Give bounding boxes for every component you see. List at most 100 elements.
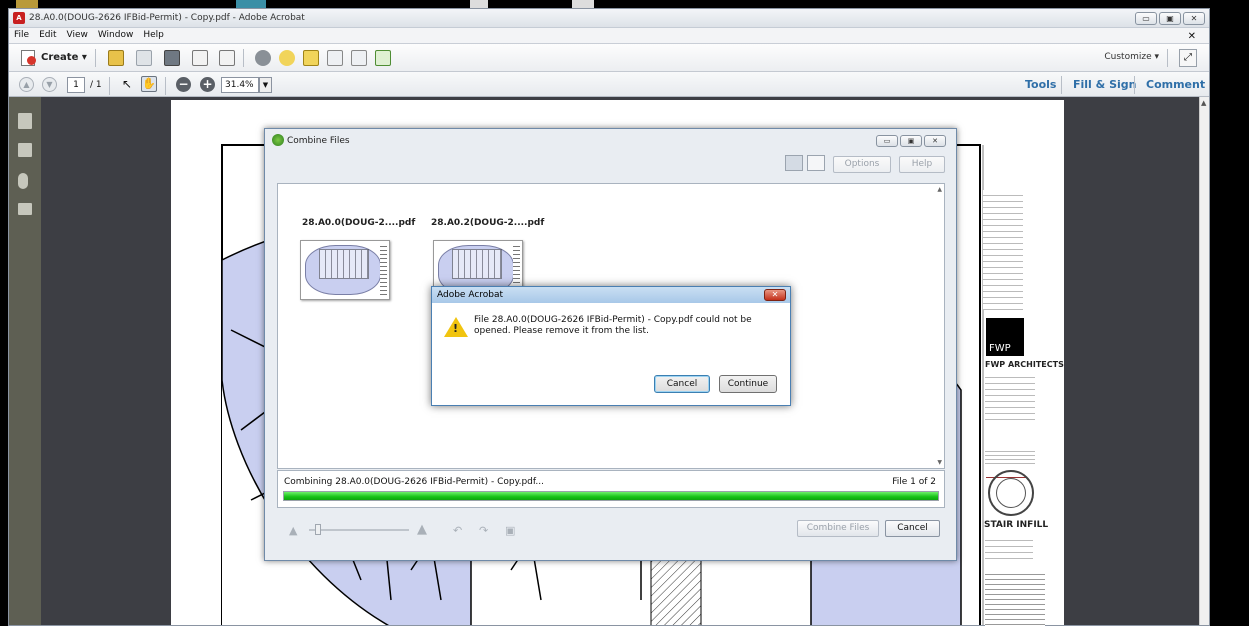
- slider-knob[interactable]: [315, 524, 321, 535]
- options-button[interactable]: Options: [833, 156, 891, 173]
- create-plus-icon: [27, 56, 36, 65]
- save-icon[interactable]: [136, 50, 152, 66]
- dialog-minimize-button[interactable]: ▭: [876, 135, 898, 147]
- document-tools-icon[interactable]: [351, 50, 367, 66]
- pdf-app-icon: A: [13, 12, 25, 24]
- expand-icon[interactable]: ⤢: [1179, 49, 1197, 67]
- thumbnail-view-icon[interactable]: [785, 155, 803, 171]
- scroll-up-icon[interactable]: ▲: [1201, 99, 1206, 107]
- remove-page-icon[interactable]: ▣: [505, 524, 515, 537]
- alert-cancel-button[interactable]: Cancel: [654, 375, 710, 393]
- rotate-left-icon[interactable]: ↶: [453, 524, 462, 537]
- close-window-button[interactable]: ✕: [1183, 12, 1205, 25]
- attachment-icon[interactable]: [18, 173, 28, 189]
- notes-block: [983, 190, 1023, 310]
- alert-body: ! File 28.A0.0(DOUG-2626 IFBid-Permit) -…: [432, 303, 790, 405]
- zoom-out-icon[interactable]: −: [176, 77, 191, 92]
- toolbar-divider: [1167, 49, 1168, 67]
- seal-inner: [996, 478, 1026, 508]
- comment-link[interactable]: Comment: [1146, 78, 1205, 91]
- combine-files-title: Combine Files: [287, 136, 350, 146]
- menu-bar: File Edit View Window Help ✕: [9, 28, 1209, 44]
- print-icon[interactable]: [164, 50, 180, 66]
- open-folder-icon[interactable]: [108, 50, 124, 66]
- dialog-maximize-button[interactable]: ▣: [900, 135, 922, 147]
- maximize-button[interactable]: ▣: [1159, 12, 1181, 25]
- thumb-grid: [452, 249, 502, 279]
- close-document-icon[interactable]: ✕: [1183, 29, 1201, 44]
- customize-menu[interactable]: Customize ▾: [1104, 52, 1159, 62]
- comment-icon[interactable]: [279, 50, 295, 66]
- gear-icon[interactable]: [255, 50, 271, 66]
- firm-details: [985, 372, 1035, 422]
- progress-text: Combining 28.A0.0(DOUG-2626 IFBid-Permit…: [284, 477, 544, 487]
- fwp-logo: FWP: [986, 318, 1024, 356]
- main-toolbar: Create ▾ Customize ▾ ⤢: [9, 44, 1209, 72]
- tools-link[interactable]: Tools: [1025, 78, 1056, 91]
- navigation-pane: [9, 97, 41, 625]
- toolbar-divider: [95, 49, 96, 67]
- alert-title-bar[interactable]: Adobe Acrobat ✕: [432, 287, 790, 303]
- zoom-input[interactable]: 31.4%: [221, 77, 259, 93]
- minimize-button[interactable]: ▭: [1135, 12, 1157, 25]
- progress-panel: Combining 28.A0.0(DOUG-2626 IFBid-Permit…: [277, 470, 945, 508]
- select-cursor-icon[interactable]: ↖: [119, 77, 135, 93]
- menu-edit[interactable]: Edit: [34, 28, 61, 42]
- toolbar-divider: [109, 77, 110, 95]
- combine-files-button[interactable]: Combine Files: [797, 520, 879, 537]
- small-thumb-icon[interactable]: ▲: [289, 524, 297, 537]
- error-alert-dialog: Adobe Acrobat ✕ ! File 28.A0.0(DOUG-2626…: [431, 286, 791, 406]
- create-button[interactable]: Create ▾: [19, 50, 87, 67]
- create-label: Create: [41, 52, 79, 63]
- menu-window[interactable]: Window: [93, 28, 139, 42]
- previous-page-icon[interactable]: ▲: [19, 77, 34, 92]
- zoom-in-icon[interactable]: +: [200, 77, 215, 92]
- highlight-icon[interactable]: [303, 50, 319, 66]
- bookmark-icon[interactable]: [18, 143, 32, 157]
- taskbar-item[interactable]: [16, 0, 38, 8]
- alert-continue-button[interactable]: Continue: [719, 375, 777, 393]
- revision-table: [985, 570, 1045, 626]
- list-scroll-down-icon[interactable]: ▼: [937, 459, 942, 466]
- file-name: 28.A0.0(DOUG-2....pdf: [302, 218, 416, 228]
- taskbar-item[interactable]: [236, 0, 266, 8]
- pages-icon[interactable]: [18, 113, 32, 129]
- large-thumb-icon[interactable]: ▲: [417, 522, 427, 537]
- list-view-icon[interactable]: [807, 155, 825, 171]
- zoom-dropdown-icon[interactable]: ▼: [259, 77, 272, 93]
- taskbar-item[interactable]: [572, 0, 594, 8]
- document-icon[interactable]: [327, 50, 343, 66]
- edit-icon[interactable]: [192, 50, 208, 66]
- warning-mark: !: [453, 322, 459, 335]
- list-scroll-up-icon[interactable]: ▲: [937, 186, 942, 193]
- thumbnail-size-slider[interactable]: [309, 524, 409, 535]
- help-button[interactable]: Help: [899, 156, 945, 173]
- vertical-scrollbar[interactable]: ▲: [1199, 97, 1209, 625]
- signature-icon[interactable]: [18, 203, 32, 215]
- toolbar-divider: [1061, 76, 1062, 94]
- menu-view[interactable]: View: [62, 28, 93, 42]
- next-page-icon[interactable]: ▼: [42, 77, 57, 92]
- navigation-toolbar: ▲ ▼ 1 / 1 ↖ ✋ − + 31.4% ▼ Tools Fill & S…: [9, 72, 1209, 97]
- progress-fill: [284, 492, 938, 500]
- menu-file[interactable]: File: [9, 28, 34, 42]
- export-icon[interactable]: [375, 50, 391, 66]
- email-icon[interactable]: [219, 50, 235, 66]
- page-number-input[interactable]: 1: [67, 77, 85, 93]
- cancel-combine-button[interactable]: Cancel: [885, 520, 940, 537]
- taskbar-item[interactable]: [470, 0, 488, 8]
- menu-help[interactable]: Help: [138, 28, 169, 42]
- customize-label: Customize: [1104, 52, 1152, 62]
- alert-close-button[interactable]: ✕: [764, 289, 786, 301]
- fill-sign-link[interactable]: Fill & Sign: [1073, 78, 1136, 91]
- rotate-right-icon[interactable]: ↷: [479, 524, 488, 537]
- hand-tool-icon[interactable]: ✋: [141, 76, 157, 92]
- project-name: STAIR INFILL: [984, 520, 1049, 530]
- file-thumbnail[interactable]: [300, 240, 390, 300]
- combine-files-icon: [272, 134, 284, 146]
- firm-name: FWP ARCHITECTS: [985, 360, 1064, 369]
- toolbar-divider: [243, 49, 244, 67]
- title-bar[interactable]: A 28.A0.0(DOUG-2626 IFBid-Permit) - Copy…: [9, 9, 1209, 28]
- dialog-close-button[interactable]: ✕: [924, 135, 946, 147]
- window-title: 28.A0.0(DOUG-2626 IFBid-Permit) - Copy.p…: [29, 13, 305, 23]
